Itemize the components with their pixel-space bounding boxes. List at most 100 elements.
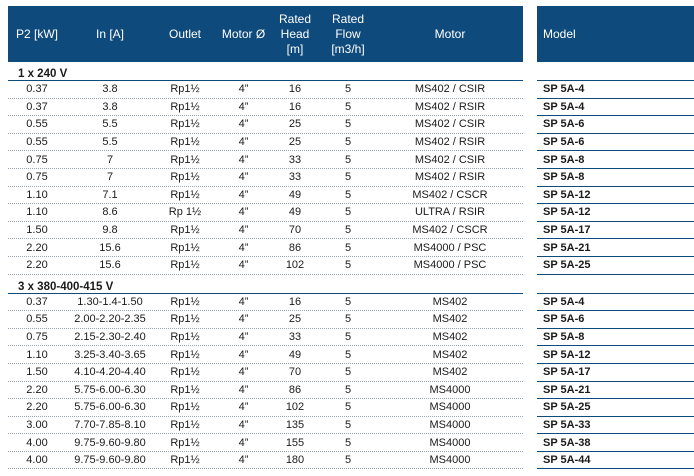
model-cell: SP 5A-4 bbox=[537, 294, 694, 312]
col-header-motor-diameter: Motor Ø bbox=[221, 26, 266, 41]
model-group-spacer bbox=[537, 275, 694, 294]
cell-p2: 1.10 bbox=[26, 348, 48, 361]
cell-in: 2.00-2.20-2.35 bbox=[74, 313, 146, 326]
cell-p2: 2.20 bbox=[26, 241, 48, 254]
col-header-in: In [A] bbox=[95, 26, 124, 41]
model-cell: SP 5A-17 bbox=[537, 222, 694, 240]
cell-p2: 0.55 bbox=[26, 118, 48, 131]
cell-in: 7.70-7.85-8.10 bbox=[74, 418, 146, 431]
table-row: 2.20 5.75-6.00-6.30 Rp1½ 4” 102 5 MS4000 bbox=[8, 399, 523, 417]
cell-rated-head: 25 bbox=[288, 313, 302, 326]
cell-motor: MS4000 bbox=[429, 401, 471, 414]
cell-rated-head: 86 bbox=[288, 383, 302, 396]
cell-rated-head: 49 bbox=[288, 188, 302, 201]
table-row: 0.55 2.00-2.20-2.35 Rp1½ 4” 25 5 MS402 bbox=[8, 311, 523, 329]
cell-in: 9.8 bbox=[102, 224, 118, 237]
table-row: 1.10 7.1 Rp1½ 4” 49 5 MS402 / CSCR bbox=[8, 187, 523, 205]
model-list-three-phase: SP 5A-4 SP 5A-6 SP 5A-8 SP 5A-12 SP 5A-17 SP … bbox=[537, 294, 694, 470]
cell-rated-flow: 5 bbox=[344, 188, 352, 201]
cell-motor: MS402 bbox=[432, 331, 468, 344]
cell-rated-flow: 5 bbox=[344, 136, 352, 149]
cell-motor-diameter: 4” bbox=[238, 136, 249, 149]
model-cell: SP 5A-38 bbox=[537, 434, 694, 452]
cell-outlet: Rp1½ bbox=[170, 100, 200, 113]
cell-motor: ULTRA / RSIR bbox=[414, 206, 486, 219]
cell-in: 3.25-3.40-3.65 bbox=[74, 348, 146, 361]
cell-rated-flow: 5 bbox=[344, 383, 352, 396]
model-list-single-phase: SP 5A-4 SP 5A-4 SP 5A-6 SP 5A-6 SP 5A-8 SP 5A… bbox=[537, 81, 694, 275]
cell-rated-flow: 5 bbox=[344, 241, 352, 254]
cell-outlet: Rp1½ bbox=[170, 366, 200, 379]
table-row: 3.00 7.70-7.85-8.10 Rp1½ 4” 135 5 MS4000 bbox=[8, 417, 523, 435]
cell-in: 5.75-6.00-6.30 bbox=[74, 401, 146, 414]
cell-in: 1.30-1.4-1.50 bbox=[77, 295, 143, 308]
cell-outlet: Rp 1½ bbox=[168, 206, 202, 219]
table-row: 0.75 2.15-2.30-2.40 Rp1½ 4” 33 5 MS402 bbox=[8, 329, 523, 347]
cell-outlet: Rp1½ bbox=[170, 259, 200, 272]
table-row: 1.10 3.25-3.40-3.65 Rp1½ 4” 49 5 MS402 bbox=[8, 346, 523, 364]
cell-motor-diameter: 4” bbox=[238, 206, 249, 219]
cell-motor-diameter: 4” bbox=[238, 118, 249, 131]
cell-motor: MS402 bbox=[432, 348, 468, 361]
rated-flow-line2: Flow bbox=[335, 26, 361, 41]
cell-outlet: Rp1½ bbox=[170, 188, 200, 201]
cell-in: 7 bbox=[106, 171, 114, 184]
group-label-three-phase: 3 x 380-400-415 V bbox=[8, 275, 523, 294]
cell-in: 7.1 bbox=[102, 188, 118, 201]
group-single-phase-rows: 0.37 3.8 Rp1½ 4” 16 5 MS402 / CSIR 0.37 3.8 Rp1½ 4… bbox=[8, 81, 523, 275]
cell-rated-head: 70 bbox=[288, 366, 302, 379]
cell-in: 15.6 bbox=[99, 259, 121, 272]
cell-in: 8.6 bbox=[102, 206, 118, 219]
cell-rated-head: 33 bbox=[288, 331, 302, 344]
cell-p2: 0.37 bbox=[26, 100, 48, 113]
model-group-spacer bbox=[537, 62, 694, 81]
cell-p2: 1.50 bbox=[26, 224, 48, 237]
cell-outlet: Rp1½ bbox=[170, 383, 200, 396]
cell-p2: 4.00 bbox=[26, 454, 48, 467]
cell-motor: MS402 / CSIR bbox=[414, 153, 486, 166]
table-row: 2.20 15.6 Rp1½ 4” 102 5 MS4000 / PSC bbox=[8, 257, 523, 275]
spec-table: P2 [kW] In [A] Outlet Motor Ø Rated Head… bbox=[8, 6, 523, 470]
cell-rated-flow: 5 bbox=[344, 83, 352, 96]
model-cell: SP 5A-21 bbox=[537, 382, 694, 400]
model-cell: SP 5A-33 bbox=[537, 417, 694, 435]
cell-motor: MS4000 bbox=[429, 436, 471, 449]
cell-in: 9.75-9.60-9.80 bbox=[74, 436, 146, 449]
cell-motor-diameter: 4” bbox=[238, 188, 249, 201]
cell-in: 3.8 bbox=[102, 83, 118, 96]
cell-motor-diameter: 4” bbox=[238, 83, 249, 96]
cell-outlet: Rp1½ bbox=[170, 224, 200, 237]
cell-rated-head: 70 bbox=[288, 224, 302, 237]
cell-motor: MS402 / CSIR bbox=[414, 83, 486, 96]
cell-motor-diameter: 4” bbox=[238, 153, 249, 166]
cell-rated-head: 25 bbox=[288, 136, 302, 149]
cell-p2: 1.10 bbox=[26, 188, 48, 201]
cell-p2: 0.75 bbox=[26, 171, 48, 184]
cell-p2: 2.20 bbox=[26, 259, 48, 272]
table-row: 0.37 3.8 Rp1½ 4” 16 5 MS402 / CSIR bbox=[8, 81, 523, 99]
cell-p2: 2.20 bbox=[26, 401, 48, 414]
cell-p2: 3.00 bbox=[26, 418, 48, 431]
cell-motor: MS402 / RSIR bbox=[414, 136, 486, 149]
cell-outlet: Rp1½ bbox=[170, 313, 200, 326]
model-cell: SP 5A-6 bbox=[537, 116, 694, 134]
cell-p2: 1.10 bbox=[26, 206, 48, 219]
table-row: 1.50 9.8 Rp1½ 4” 70 5 MS402 / CSCR bbox=[8, 222, 523, 240]
cell-motor: MS402 / RSIR bbox=[414, 171, 486, 184]
table-row: 4.00 9.75-9.60-9.80 Rp1½ 4” 180 5 MS4000 bbox=[8, 452, 523, 470]
cell-rated-head: 16 bbox=[288, 295, 302, 308]
cell-in: 15.6 bbox=[99, 241, 121, 254]
cell-rated-head: 155 bbox=[285, 436, 305, 449]
table-row: 2.20 5.75-6.00-6.30 Rp1½ 4” 86 5 MS4000 bbox=[8, 382, 523, 400]
model-cell: SP 5A-8 bbox=[537, 151, 694, 169]
cell-outlet: Rp1½ bbox=[170, 295, 200, 308]
cell-motor: MS402 bbox=[432, 366, 468, 379]
table-row: 1.50 4.10-4.20-4.40 Rp1½ 4” 70 5 MS402 bbox=[8, 364, 523, 382]
model-column: Model SP 5A-4 SP 5A-4 SP 5A-6 SP 5A-6 SP 5A-… bbox=[537, 6, 694, 470]
cell-motor: MS4000 / PSC bbox=[413, 241, 487, 254]
cell-motor-diameter: 4” bbox=[238, 241, 249, 254]
cell-p2: 0.55 bbox=[26, 136, 48, 149]
rated-flow-line1: Rated bbox=[331, 11, 365, 26]
table-row: 0.75 7 Rp1½ 4” 33 5 MS402 / RSIR bbox=[8, 169, 523, 187]
cell-rated-flow: 5 bbox=[344, 100, 352, 113]
